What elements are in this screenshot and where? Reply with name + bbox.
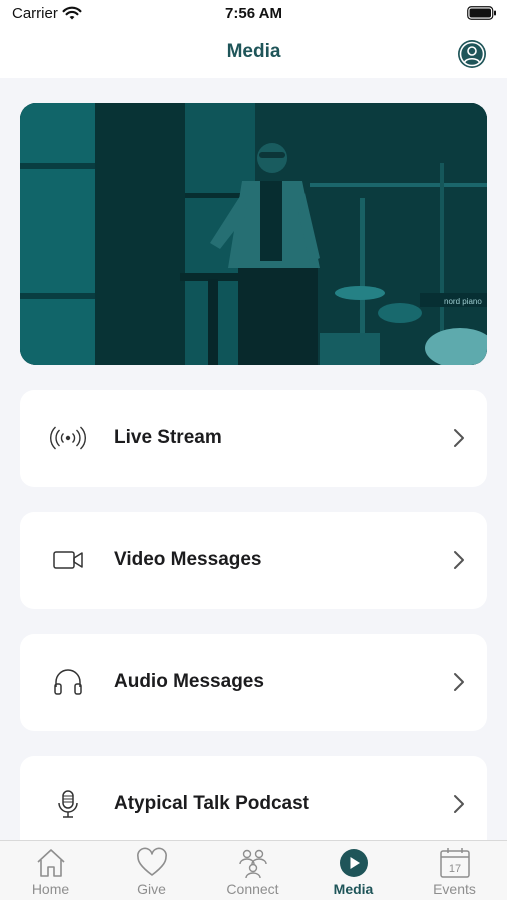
people-icon xyxy=(239,849,267,879)
chevron-right-icon xyxy=(454,429,464,447)
tab-connect[interactable]: Connect xyxy=(202,841,303,900)
live-stream-row[interactable]: Live Stream xyxy=(20,390,487,487)
atypical-talk-podcast-label: Atypical Talk Podcast xyxy=(114,793,309,814)
speaker-on-stage-photo: nord piano xyxy=(20,103,487,365)
live-stream-label: Live Stream xyxy=(114,427,222,448)
hero-media-card[interactable]: nord piano xyxy=(20,103,487,365)
tab-give[interactable]: Give xyxy=(101,841,202,900)
microphone-icon xyxy=(58,790,78,818)
chevron-right-icon xyxy=(454,795,464,813)
tab-connect-label: Connect xyxy=(226,881,279,897)
tab-home-label: Home xyxy=(31,881,70,897)
heart-icon xyxy=(137,847,167,876)
calendar-icon: 17 xyxy=(440,848,470,878)
calendar-day-number: 17 xyxy=(449,863,461,875)
tab-give-label: Give xyxy=(137,881,166,897)
broadcast-icon xyxy=(50,426,86,450)
video-camera-icon xyxy=(53,551,83,569)
audio-messages-label: Audio Messages xyxy=(114,671,264,692)
page-title: Media xyxy=(226,41,281,62)
headphones-icon xyxy=(54,669,82,695)
battery-icon xyxy=(467,6,496,20)
video-messages-label: Video Messages xyxy=(114,549,262,570)
audio-messages-row[interactable]: Audio Messages xyxy=(20,634,487,731)
tab-events-label: Events xyxy=(433,881,476,897)
chevron-right-icon xyxy=(454,551,464,569)
atypical-talk-podcast-row[interactable]: Atypical Talk Podcast xyxy=(20,756,487,853)
tab-media[interactable]: Media xyxy=(303,841,404,900)
tab-home[interactable]: Home xyxy=(0,841,101,900)
tab-events[interactable]: 17 Events xyxy=(404,841,505,900)
status-time: 7:56 AM xyxy=(225,5,282,22)
tab-bar: Home Give Connect Media 17 Events xyxy=(0,840,507,900)
chevron-right-icon xyxy=(454,673,464,691)
tab-media-label: Media xyxy=(333,881,374,897)
play-circle-icon xyxy=(340,849,368,877)
status-bar: Carrier 7:56 AM xyxy=(0,0,507,30)
home-icon xyxy=(37,849,65,877)
person-circle-icon[interactable] xyxy=(457,39,487,69)
nav-bar: Media xyxy=(0,30,507,78)
video-messages-row[interactable]: Video Messages xyxy=(20,512,487,609)
